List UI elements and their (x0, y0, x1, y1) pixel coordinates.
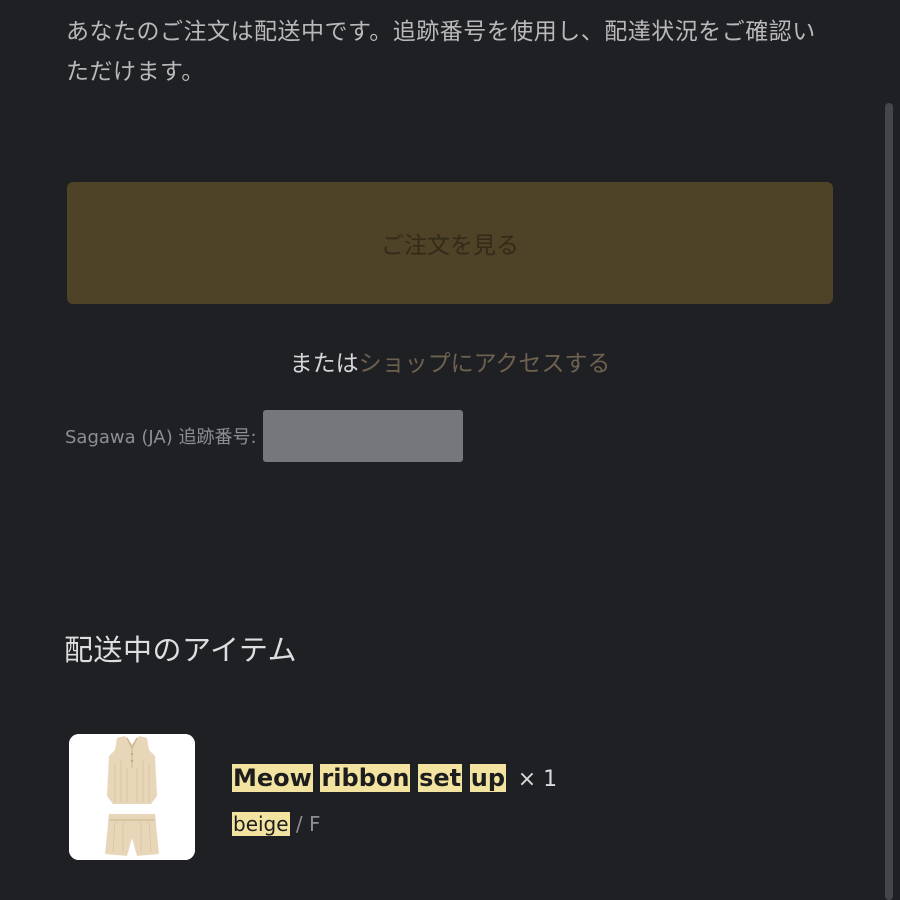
item-name[interactable]: Meow ribbon set up × 1 (232, 760, 557, 798)
knit-setup-image (69, 734, 195, 860)
item-quantity: × 1 (517, 767, 558, 792)
tracking-number-redacted[interactable] (262, 410, 463, 462)
item-variant: beige / F (232, 809, 321, 839)
tracking-info: Sagawa (JA) 追跡番号: (65, 410, 463, 462)
item-name-word: ribbon (320, 764, 411, 792)
product-thumbnail[interactable] (69, 734, 195, 860)
items-section-title: 配送中のアイテム (64, 633, 298, 667)
shipping-status-message: あなたのご注文は配送中です。追跡番号を使用し、配達状況をご確認いただけます。 (66, 19, 816, 85)
alternative-action-line: またはショップにアクセスする (0, 344, 900, 384)
item-name-word: Meow (232, 764, 313, 792)
item-name-word: set (418, 764, 463, 792)
view-order-button[interactable]: ご注文を見る (67, 182, 833, 304)
shipping-notification-page: あなたのご注文は配送中です。追跡番号を使用し、配達状況をご確認いただけます。 ご… (0, 0, 900, 900)
item-name-word: up (469, 764, 507, 792)
list-item: Meow ribbon set up × 1 beige / F (69, 734, 809, 862)
scrollbar[interactable] (885, 103, 893, 900)
item-color: beige (232, 812, 290, 836)
visit-shop-link[interactable]: ショップにアクセスする (359, 351, 611, 377)
tracking-label: Sagawa (JA) 追跡番号: (65, 427, 257, 448)
item-size: F (309, 812, 321, 836)
variant-separator: / (295, 812, 303, 836)
alternative-prefix: または (289, 351, 359, 377)
